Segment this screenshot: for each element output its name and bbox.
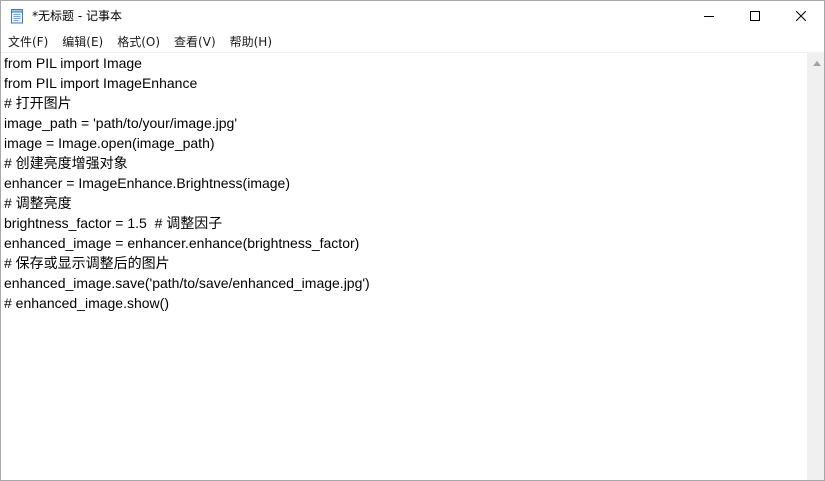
window-title: *无标题 - 记事本 [32,9,122,23]
minimize-button[interactable] [686,1,732,31]
close-button[interactable] [778,1,824,31]
text-line: enhanced_image.save('path/to/save/enhanc… [4,275,370,291]
text-line: enhanced_image = enhancer.enhance(bright… [4,235,360,251]
notepad-icon [9,8,25,24]
text-line: # 创建亮度增强对象 [4,155,128,171]
menu-view[interactable]: 查看(V) [167,31,223,52]
text-line: image_path = 'path/to/your/image.jpg' [4,115,237,131]
text-line: image = Image.open(image_path) [4,135,215,151]
close-icon [796,11,806,21]
menu-help[interactable]: 帮助(H) [223,31,279,52]
menu-format[interactable]: 格式(O) [110,31,167,52]
maximize-button[interactable] [732,1,778,31]
editor-content: from PIL import Image from PIL import Im… [1,53,807,313]
title-bar[interactable]: *无标题 - 记事本 [1,1,824,31]
text-line: # 打开图片 [4,95,72,111]
text-line: enhancer = ImageEnhance.Brightness(image… [4,175,291,191]
notepad-window: *无标题 - 记事本 文件(F) 编辑(E) 格式(O) 查看(V) 帮助(H) [0,0,825,481]
text-line: # 调整亮度 [4,195,72,211]
text-line: brightness_factor = 1.5 # 调整因子 [4,215,223,231]
menu-edit[interactable]: 编辑(E) [55,31,110,52]
maximize-icon [750,11,760,21]
text-editor-area[interactable]: from PIL import Image from PIL import Im… [1,52,807,480]
text-line: from PIL import ImageEnhance [4,75,198,91]
scroll-up-arrow-icon [812,51,821,70]
vertical-scrollbar[interactable] [807,51,824,480]
text-line: from PIL import Image [4,55,142,71]
text-line: # 保存或显示调整后的图片 [4,255,170,271]
text-line: # enhanced_image.show() [4,295,169,311]
minimize-icon [704,11,714,21]
menu-bar: 文件(F) 编辑(E) 格式(O) 查看(V) 帮助(H) [1,31,824,52]
scroll-up-button[interactable] [808,51,824,70]
menu-file[interactable]: 文件(F) [1,31,55,52]
